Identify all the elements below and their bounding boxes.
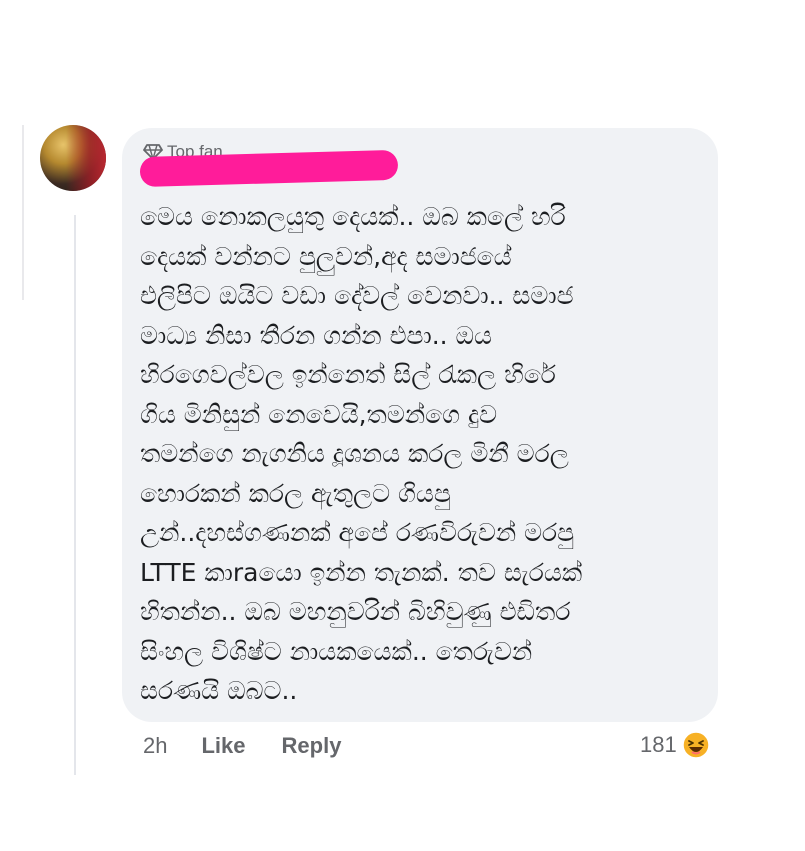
reaction-summary[interactable]: 181 bbox=[640, 731, 710, 759]
reaction-count: 181 bbox=[640, 732, 677, 757]
timestamp[interactable]: 2h bbox=[143, 733, 167, 759]
comment-text: මෙය නොකලයුතු දෙයක්.. ඔබ කලේ හරි දෙයක් වන… bbox=[140, 202, 583, 705]
avatar-photo-shade bbox=[66, 125, 106, 191]
like-button[interactable]: Like bbox=[201, 733, 245, 759]
haha-emoji-icon bbox=[681, 731, 710, 759]
reply-thread-line bbox=[74, 215, 76, 775]
avatar[interactable] bbox=[40, 125, 106, 191]
comment-actions: 2h Like Reply bbox=[143, 733, 341, 759]
reply-button[interactable]: Reply bbox=[282, 733, 342, 759]
page-edge-divider bbox=[22, 125, 24, 300]
